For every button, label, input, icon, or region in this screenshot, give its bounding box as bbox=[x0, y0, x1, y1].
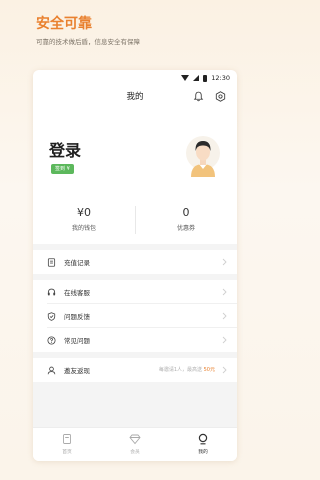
nav-bar: 我的 bbox=[33, 86, 237, 108]
bell-icon[interactable] bbox=[193, 91, 204, 102]
tab-label-mine: 我的 bbox=[198, 450, 208, 455]
wallet-stat[interactable]: ¥0 我的钱包 bbox=[33, 206, 135, 232]
tab-label-home: 首页 bbox=[62, 450, 72, 455]
diamond-icon bbox=[129, 434, 141, 445]
menu-label-invite: 邀友返现 bbox=[64, 367, 90, 375]
tab-bar: 首页 会员 我的 bbox=[33, 427, 237, 461]
receipt-icon bbox=[47, 257, 56, 267]
promo-title: 安全可靠 bbox=[36, 16, 92, 32]
wallet-value: ¥0 bbox=[77, 206, 91, 219]
menu-item-feedback[interactable]: 问题反馈 bbox=[33, 304, 237, 328]
home-icon bbox=[63, 434, 71, 444]
coupon-label: 优惠券 bbox=[176, 225, 195, 232]
status-time: 12:30 bbox=[211, 74, 230, 82]
menu-label-feedback: 问题反馈 bbox=[64, 313, 90, 321]
phone-screen: 12:30 我的 登录 签到 ¥ ¥0 我的钱包 0 优惠券 充值记录 在线客服… bbox=[33, 70, 237, 461]
menu-label-service: 在线客服 bbox=[64, 289, 90, 297]
chevron-right-icon bbox=[222, 336, 227, 344]
battery-icon bbox=[203, 74, 208, 82]
checkin-badge[interactable]: 签到 ¥ bbox=[51, 164, 74, 174]
content-background bbox=[33, 382, 237, 427]
menu-item-invite[interactable]: 邀友返现 每邀请1人，最高送 50元 bbox=[33, 358, 237, 382]
status-bar: 12:30 bbox=[33, 70, 237, 86]
question-icon bbox=[47, 335, 56, 345]
promo-subtitle: 可靠的技术做后盾，信息安全有保障 bbox=[36, 38, 140, 46]
invite-note-amount: 50元 bbox=[203, 367, 215, 373]
signal-icon bbox=[193, 75, 200, 81]
headset-icon bbox=[47, 288, 56, 295]
gear-icon[interactable] bbox=[215, 91, 226, 102]
promo-header: 安全可靠 可靠的技术做后盾，信息安全有保障 bbox=[36, 14, 140, 48]
invite-note-text: 每邀请1人，最高送 bbox=[158, 367, 203, 373]
profile-icon bbox=[198, 433, 208, 445]
wifi-icon bbox=[181, 75, 190, 81]
tab-mine[interactable]: 我的 bbox=[169, 428, 237, 461]
menu-item-recharge[interactable]: 充值记录 bbox=[33, 250, 237, 274]
coupon-stat[interactable]: 0 优惠券 bbox=[135, 206, 237, 232]
chevron-right-icon bbox=[222, 366, 227, 374]
user-icon bbox=[47, 366, 56, 374]
menu-item-faq[interactable]: 常见问题 bbox=[33, 328, 237, 352]
login-button[interactable]: 登录 bbox=[49, 137, 81, 161]
chevron-right-icon bbox=[222, 312, 227, 320]
wallet-label: 我的钱包 bbox=[71, 225, 96, 232]
coupon-value: 0 bbox=[182, 206, 190, 219]
menu-item-service[interactable]: 在线客服 bbox=[33, 280, 237, 304]
page-title: 我的 bbox=[126, 92, 144, 102]
tab-member[interactable]: 会员 bbox=[101, 428, 169, 461]
tab-label-member: 会员 bbox=[130, 450, 140, 455]
avatar[interactable] bbox=[185, 133, 221, 177]
chevron-right-icon bbox=[222, 288, 227, 296]
menu-label-faq: 常见问题 bbox=[64, 337, 90, 345]
shield-icon bbox=[47, 311, 56, 321]
tab-home[interactable]: 首页 bbox=[33, 428, 101, 461]
menu-label-recharge: 充值记录 bbox=[64, 259, 90, 267]
chevron-right-icon bbox=[222, 258, 227, 266]
invite-reward-note: 每邀请1人，最高送 50元 bbox=[159, 366, 215, 373]
